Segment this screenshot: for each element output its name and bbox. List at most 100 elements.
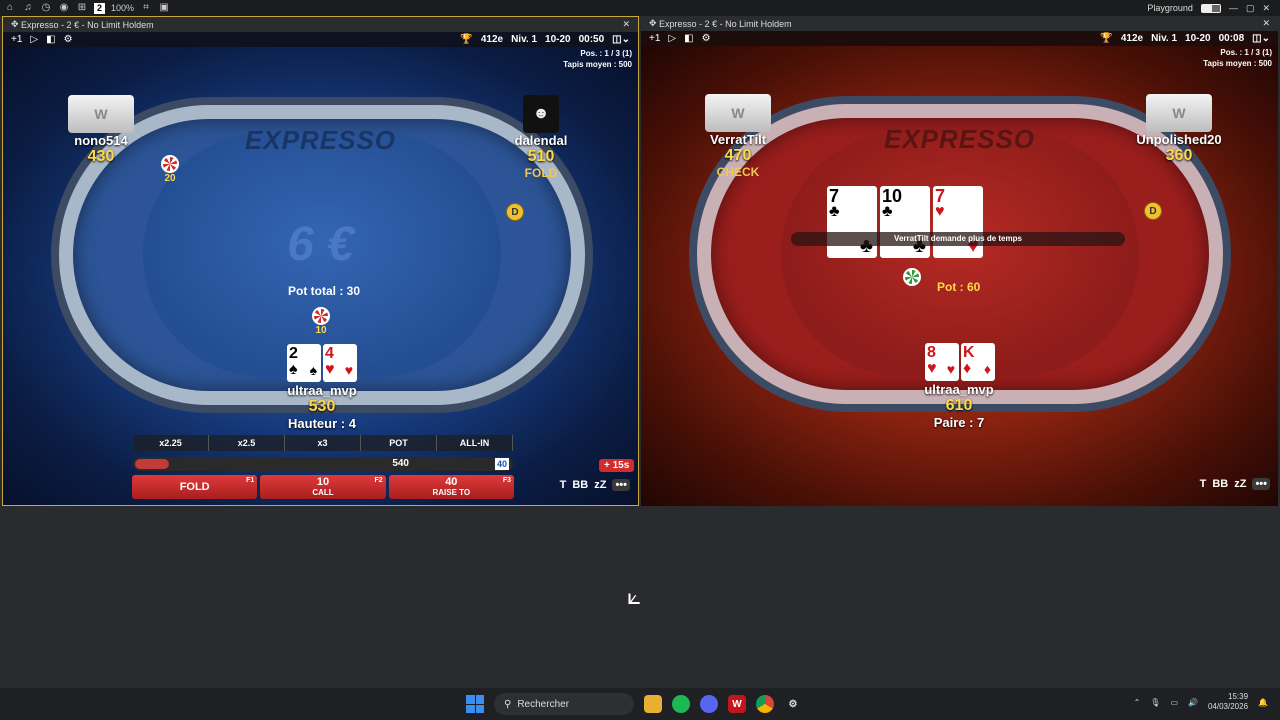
close-table-icon[interactable]: ✕ bbox=[1262, 18, 1270, 29]
text-tool-icon[interactable]: T bbox=[560, 479, 567, 491]
more-options-icon[interactable]: ••• bbox=[612, 479, 630, 491]
chevron-up-icon[interactable]: ⌃ bbox=[1134, 698, 1141, 707]
play-icon[interactable]: ▷ bbox=[668, 33, 676, 44]
discord-icon[interactable] bbox=[700, 695, 718, 713]
microphone-icon[interactable]: 🎙 bbox=[1150, 698, 1160, 707]
slider-max: 540 bbox=[392, 458, 409, 469]
seat-top-left[interactable]: W nono514 430 bbox=[46, 95, 156, 166]
layout-icon[interactable]: ◫⌄ bbox=[1252, 33, 1270, 44]
seat-hero: ultraa_mvp 610 Paire : 7 bbox=[904, 382, 1014, 430]
winamax-icon[interactable]: W bbox=[728, 695, 746, 713]
playing-card: 8 ♥ ♥ bbox=[925, 343, 959, 381]
preset-x2-5-button[interactable]: x2.5 bbox=[209, 435, 285, 451]
settings-icon[interactable]: ⚙ bbox=[784, 695, 802, 713]
bet-size-presets: x2.25 x2.5 x3 POT ALL-IN bbox=[133, 435, 513, 451]
table-titlebar[interactable]: ✥ Expresso - 2 € - No Limit Holdem ✕ bbox=[641, 16, 1278, 31]
settings-icon[interactable]: ⚙ bbox=[64, 34, 73, 45]
move-icon[interactable]: ✥ bbox=[11, 19, 21, 30]
network-icon[interactable]: ▭ bbox=[1170, 698, 1178, 707]
taskbar-search[interactable]: ⚲ Rechercher bbox=[494, 693, 634, 715]
seat-top-right[interactable]: W Unpolished20 360 bbox=[1124, 94, 1234, 165]
crop-icon[interactable]: ⌗ bbox=[140, 3, 152, 14]
bb-display-icon[interactable]: BB bbox=[1212, 478, 1228, 490]
bet-slider[interactable]: 540 40 bbox=[133, 457, 513, 471]
more-options-icon[interactable]: ••• bbox=[1252, 478, 1270, 490]
player-stack: 510 bbox=[527, 148, 555, 165]
raise-label: RAISE TO bbox=[432, 488, 471, 497]
spotify-icon[interactable] bbox=[672, 695, 690, 713]
playing-card: 4 ♥ ♥ bbox=[323, 344, 357, 382]
dealer-button: D bbox=[506, 203, 524, 221]
sitout-icon[interactable]: zZ bbox=[1234, 478, 1246, 490]
slider-fill[interactable] bbox=[135, 459, 169, 469]
clock-icon[interactable]: ◷ bbox=[40, 3, 52, 14]
play-icon[interactable]: ▷ bbox=[30, 34, 38, 45]
timebank-button[interactable]: + 15s bbox=[599, 459, 635, 472]
minimize-icon[interactable]: — bbox=[1229, 3, 1238, 13]
grid-icon[interactable]: ⊞ bbox=[76, 3, 88, 14]
trophy-icon: 🏆 bbox=[460, 34, 473, 45]
home-icon[interactable]: ⌂ bbox=[4, 3, 16, 14]
avg-stack-text: Tapis moyen : 500 bbox=[563, 60, 632, 69]
raise-button[interactable]: 40 RAISE TO F3 bbox=[388, 475, 514, 499]
layout-icon[interactable]: ◫⌄ bbox=[612, 34, 630, 45]
table-window-right: ✥ Expresso - 2 € - No Limit Holdem ✕ +1 … bbox=[641, 16, 1278, 506]
board-cards: 7 ♣ ♣ 10 ♣ ♣ 7 ♥ ♥ bbox=[827, 186, 983, 258]
preset-x2-25-button[interactable]: x2.25 bbox=[133, 435, 209, 451]
table-title: Expresso - 2 € - No Limit Holdem bbox=[659, 18, 792, 29]
preset-allin-button[interactable]: ALL-IN bbox=[437, 435, 513, 451]
playing-card: 10 ♣ ♣ bbox=[880, 186, 930, 258]
buyin-display: 6 € bbox=[287, 218, 354, 271]
table-infobar: +1 ▷ ◧ ⚙ 🏆 412e Niv. 1 10-20 00:50 ◫⌄ bbox=[3, 32, 638, 47]
rebuy-counter[interactable]: +1 bbox=[11, 34, 22, 45]
eye-icon[interactable]: ◉ bbox=[58, 3, 70, 14]
folder-icon[interactable] bbox=[644, 695, 662, 713]
table-titlebar[interactable]: ✥ Expresso - 2 € - No Limit Holdem ✕ bbox=[3, 17, 638, 32]
chat-icon[interactable]: ◧ bbox=[684, 33, 693, 44]
preset-pot-button[interactable]: POT bbox=[361, 435, 437, 451]
player-stack: 470 bbox=[724, 147, 752, 164]
seat-top-left[interactable]: W VerratTilt 470 CHECK bbox=[683, 94, 793, 179]
player-stack: 610 bbox=[945, 397, 973, 414]
move-icon[interactable]: ✥ bbox=[649, 18, 659, 29]
zoom-level[interactable]: 100% bbox=[111, 3, 134, 13]
seat-top-right[interactable]: ☻ dalendal 510 FOLD bbox=[486, 95, 596, 180]
notifications-icon[interactable]: 🔔 bbox=[1258, 698, 1268, 707]
raise-amount: 40 bbox=[445, 476, 458, 488]
table-title: Expresso - 2 € - No Limit Holdem bbox=[21, 19, 154, 30]
hero-cards: 8 ♥ ♥ K ♦ ♦ bbox=[925, 343, 995, 381]
chat-icon[interactable]: ◧ bbox=[46, 34, 55, 45]
clock[interactable]: 15:39 04/03/2026 bbox=[1208, 692, 1248, 712]
fold-label: FOLD bbox=[179, 481, 210, 493]
preset-x3-button[interactable]: x3 bbox=[285, 435, 361, 451]
prize-pool: 412e bbox=[1120, 33, 1144, 44]
fold-button[interactable]: FOLD F1 bbox=[132, 475, 258, 499]
start-icon[interactable] bbox=[466, 695, 484, 713]
bell-icon[interactable]: ♫ bbox=[22, 3, 34, 14]
clock-time: 15:39 bbox=[1228, 692, 1249, 701]
hand-description: Paire : 7 bbox=[933, 415, 985, 430]
rebuy-counter[interactable]: +1 bbox=[649, 33, 660, 44]
close-icon[interactable]: ✕ bbox=[1262, 3, 1270, 14]
table-count-badge[interactable]: 2 bbox=[94, 2, 106, 14]
close-table-icon[interactable]: ✕ bbox=[622, 19, 630, 30]
call-amount: 10 bbox=[316, 476, 330, 488]
chrome-icon[interactable] bbox=[756, 695, 774, 713]
sitout-icon[interactable]: zZ bbox=[594, 479, 606, 491]
call-button[interactable]: 10 CALL F2 bbox=[260, 475, 386, 499]
volume-icon[interactable]: 🔊 bbox=[1188, 698, 1198, 707]
bb-display-icon[interactable]: BB bbox=[572, 479, 588, 491]
avg-stack-text: Tapis moyen : 500 bbox=[1203, 59, 1272, 68]
window-icon[interactable]: ▣ bbox=[158, 3, 170, 14]
text-tool-icon[interactable]: T bbox=[1200, 478, 1207, 490]
settings-icon[interactable]: ⚙ bbox=[702, 33, 711, 44]
seat-hero: ultraa_mvp 530 Hauteur : 4 bbox=[267, 383, 377, 431]
playground-toggle[interactable] bbox=[1200, 3, 1221, 13]
player-name: ultraa_mvp bbox=[924, 382, 994, 397]
card-pip: ♠ bbox=[309, 362, 317, 378]
bet-amount-input[interactable]: 40 bbox=[494, 458, 509, 470]
chip-icon bbox=[312, 307, 330, 325]
maximize-icon[interactable]: ▢ bbox=[1246, 3, 1255, 14]
chip-icon bbox=[903, 268, 921, 286]
prize-pool: 412e bbox=[480, 34, 504, 45]
